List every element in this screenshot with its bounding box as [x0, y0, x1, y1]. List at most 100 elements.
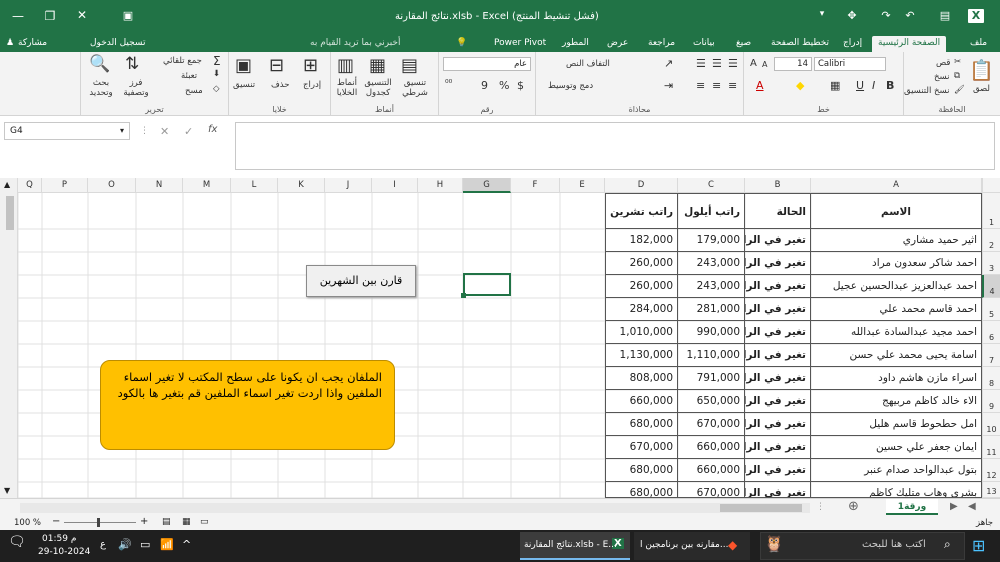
- table-cell[interactable]: الاء خالد كاظم مربيهج: [811, 390, 982, 413]
- percent-button[interactable]: %: [499, 79, 509, 92]
- column-header-e[interactable]: E: [560, 178, 605, 193]
- table-cell[interactable]: تغير في الراتب: [745, 367, 811, 390]
- table-header-cell[interactable]: الاسم: [811, 193, 982, 229]
- page-layout-icon[interactable]: ▭: [200, 517, 209, 527]
- format-table-button[interactable]: التنسيق كجدول: [357, 78, 399, 98]
- align-middle-icon[interactable]: ☰: [712, 57, 722, 70]
- table-cell[interactable]: تغير في الراتب: [745, 459, 811, 482]
- table-cell[interactable]: اسامة يحيى محمد علي حسن: [811, 344, 982, 367]
- column-header-k[interactable]: K: [278, 178, 325, 193]
- selected-cell-g4[interactable]: [463, 273, 511, 296]
- row-header-11[interactable]: 11: [982, 436, 1000, 459]
- font-shrink-button[interactable]: A: [762, 60, 767, 69]
- find-select-button[interactable]: بحث وتحديد: [83, 78, 119, 98]
- name-box-dropdown-icon[interactable]: ▾: [120, 126, 124, 135]
- table-cell[interactable]: 1,110,000: [678, 344, 745, 367]
- horizontal-scrollbar[interactable]: [20, 503, 810, 513]
- table-cell[interactable]: بتول عبدالواحد صدام عنبر: [811, 459, 982, 482]
- battery-icon[interactable]: ▭: [140, 538, 150, 551]
- tab-insert[interactable]: إدراج: [843, 36, 862, 52]
- undo-icon[interactable]: ↶: [900, 9, 920, 22]
- clock-time[interactable]: 01:59 م: [42, 534, 76, 544]
- align-top-icon[interactable]: ☰: [696, 57, 706, 70]
- table-cell[interactable]: 284,000: [605, 298, 678, 321]
- minimize-button[interactable]: —: [8, 9, 28, 23]
- sheet-tab-1[interactable]: ورقة1: [886, 499, 938, 515]
- table-cell[interactable]: 670,000: [678, 413, 745, 436]
- tab-power-pivot[interactable]: Power Pivot: [494, 36, 546, 52]
- row-header-13[interactable]: 13: [982, 482, 1000, 498]
- font-grow-button[interactable]: A: [750, 58, 757, 69]
- underline-button[interactable]: U: [856, 79, 864, 92]
- table-cell[interactable]: 680,000: [605, 482, 678, 498]
- column-header-j[interactable]: J: [325, 178, 372, 193]
- table-header-cell[interactable]: الحالة: [745, 193, 811, 229]
- table-cell[interactable]: احمد عبدالعزيز عبدالحسين عجيل: [811, 275, 982, 298]
- column-header-d[interactable]: D: [605, 178, 678, 193]
- fill-button[interactable]: تعبئة: [181, 71, 197, 81]
- page-break-icon[interactable]: ▤: [162, 517, 171, 527]
- row-header-5[interactable]: 5: [982, 298, 1000, 321]
- table-header-cell[interactable]: راتب تشرين الأول: [605, 193, 678, 229]
- currency-icon[interactable]: $: [517, 79, 524, 92]
- add-sheet-icon[interactable]: ⊕: [848, 499, 859, 514]
- sheet-prev-icon[interactable]: ◀: [968, 501, 976, 512]
- align-left-icon[interactable]: ≡: [728, 79, 737, 92]
- row-header-4[interactable]: 4: [982, 275, 1000, 298]
- row-header-3[interactable]: 3: [982, 252, 1000, 275]
- clear-button[interactable]: مسح: [185, 86, 203, 96]
- table-cell[interactable]: اسراء مازن هاشم داود: [811, 367, 982, 390]
- table-cell[interactable]: تغير في الراتب: [745, 436, 811, 459]
- column-header-m[interactable]: M: [183, 178, 231, 193]
- fill-handle[interactable]: [461, 293, 466, 298]
- column-header-a[interactable]: A: [811, 178, 982, 193]
- table-cell[interactable]: 650,000: [678, 390, 745, 413]
- table-cell[interactable]: 990,000: [678, 321, 745, 344]
- table-cell[interactable]: بشرى وهاب متليك كاظم: [811, 482, 982, 498]
- restore-button[interactable]: ❐: [40, 9, 60, 23]
- cell-styles-button[interactable]: أنماط الخلايا: [331, 78, 363, 98]
- format-painter-button[interactable]: نسخ التنسيق: [904, 86, 949, 96]
- decimal-icon[interactable]: ⁰⁰: [445, 79, 452, 89]
- row-header-8[interactable]: 8: [982, 367, 1000, 390]
- table-cell[interactable]: تغير في الراتب: [745, 298, 811, 321]
- sort-filter-button[interactable]: فرز وتصفية: [119, 78, 153, 98]
- zoom-out-icon[interactable]: −: [52, 516, 60, 527]
- row-header-7[interactable]: 7: [982, 344, 1000, 367]
- table-cell[interactable]: 1,130,000: [605, 344, 678, 367]
- zoom-slider-thumb[interactable]: [97, 518, 100, 527]
- table-cell[interactable]: 182,000: [605, 229, 678, 252]
- zoom-level[interactable]: 100 %: [14, 518, 41, 528]
- delete-cells-button[interactable]: حذف: [271, 80, 290, 90]
- insert-function-button[interactable]: fx: [208, 124, 217, 135]
- row-header-9[interactable]: 9: [982, 390, 1000, 413]
- table-cell[interactable]: 660,000: [678, 436, 745, 459]
- tray-expand-icon[interactable]: ^: [182, 538, 191, 551]
- table-cell[interactable]: امل حطحوط قاسم هليل: [811, 413, 982, 436]
- network-icon[interactable]: 📶: [160, 538, 174, 551]
- row-header-10[interactable]: 10: [982, 413, 1000, 436]
- formula-input[interactable]: [235, 122, 995, 170]
- number-format-select[interactable]: عام: [443, 57, 531, 71]
- row-header-2[interactable]: 2: [982, 229, 1000, 252]
- zoom-in-icon[interactable]: +: [140, 516, 148, 527]
- table-cell[interactable]: 660,000: [678, 459, 745, 482]
- column-header-f[interactable]: F: [511, 178, 560, 193]
- compare-months-button[interactable]: قارن بين الشهرين: [306, 265, 416, 297]
- column-header-q[interactable]: Q: [18, 178, 42, 193]
- table-cell[interactable]: 670,000: [678, 482, 745, 498]
- close-button[interactable]: ✕: [72, 8, 92, 22]
- table-cell[interactable]: احمد قاسم محمد علي: [811, 298, 982, 321]
- autosum-button[interactable]: جمع تلقائي: [163, 56, 202, 66]
- table-cell[interactable]: احمد مجيد عبدالسادة عبدالله: [811, 321, 982, 344]
- tell-me-search[interactable]: أخبرني بما تريد القيام به: [310, 36, 401, 52]
- copy-button[interactable]: نسخ: [934, 72, 949, 82]
- notifications-icon[interactable]: 🗨: [8, 534, 26, 550]
- tab-view[interactable]: عرض: [607, 36, 628, 52]
- table-cell[interactable]: 1,010,000: [605, 321, 678, 344]
- table-cell[interactable]: 660,000: [605, 390, 678, 413]
- column-header-o[interactable]: O: [88, 178, 136, 193]
- cut-button[interactable]: قص: [936, 58, 950, 68]
- conditional-format-button[interactable]: تنسيق شرطي: [395, 78, 435, 98]
- column-header-b[interactable]: B: [745, 178, 811, 193]
